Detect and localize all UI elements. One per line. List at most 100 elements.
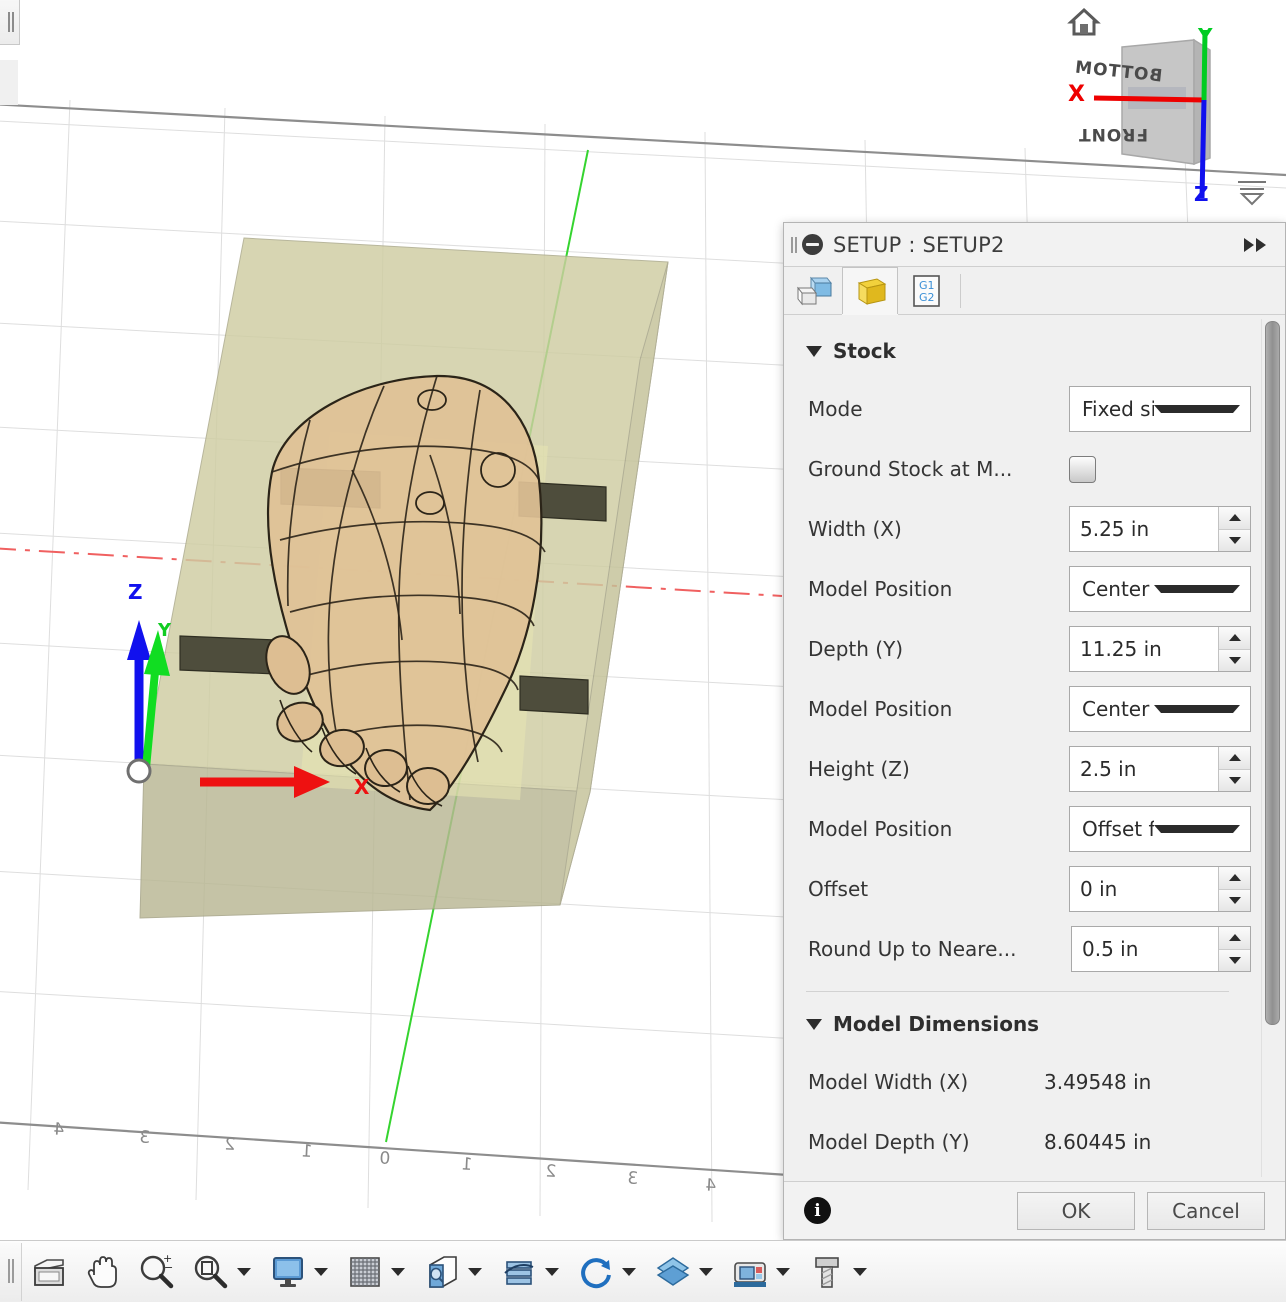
offset-spinner[interactable]: 0 in (1069, 866, 1251, 912)
height-z-input[interactable]: 2.5 in (1070, 747, 1218, 791)
field-row-offset: Offset 0 in (784, 859, 1251, 919)
field-row-width-x: Width (X) 5.25 in (784, 499, 1251, 559)
stepper-down-button[interactable] (1219, 648, 1250, 671)
width-x-spinner[interactable]: 5.25 in (1069, 506, 1251, 552)
cancel-button[interactable]: Cancel (1147, 1191, 1265, 1230)
setup-dialog[interactable]: SETUP : SETUP2 G1 G2 Stock Mode Fixed si… (783, 222, 1286, 1240)
width-x-input[interactable]: 5.25 in (1070, 507, 1218, 551)
drag-grip-icon[interactable] (788, 234, 800, 256)
toolbar-item-zoom-fit[interactable] (184, 1243, 261, 1301)
dialog-tabs[interactable]: G1 G2 (784, 267, 1285, 315)
model-position-z-dropdown[interactable]: Offset from... (1069, 806, 1251, 852)
field-row-mode: Mode Fixed size b... (784, 379, 1251, 439)
stepper-up-button[interactable] (1219, 867, 1250, 889)
refresh-circle-icon[interactable] (571, 1247, 621, 1297)
grid-icon[interactable] (340, 1247, 390, 1297)
viewcube-face-front[interactable]: FRONT (1078, 124, 1148, 144)
stepper-down-button[interactable] (1219, 768, 1250, 791)
depth-y-input[interactable]: 11.25 in (1070, 627, 1218, 671)
navigation-toolbar[interactable]: + − (0, 1240, 1286, 1302)
stepper-up-button[interactable] (1219, 927, 1250, 949)
tab-stock[interactable] (842, 267, 898, 314)
toolbar-item-machine-simulation[interactable] (723, 1243, 800, 1301)
toolbar-grip-top-left[interactable] (0, 0, 20, 45)
caret-down-icon (1228, 776, 1241, 784)
viewcube[interactable]: BOTTOM FRONT X Y Z (1042, 2, 1272, 207)
svg-text:2: 2 (545, 1161, 557, 1182)
stepper-down-button[interactable] (1219, 528, 1250, 551)
field-row-height-z: Height (Z) 2.5 in (784, 739, 1251, 799)
dialog-title-bar[interactable]: SETUP : SETUP2 (784, 223, 1285, 267)
model-position-x-dropdown[interactable]: Center (1069, 566, 1251, 612)
toolbar-item-viewports[interactable] (415, 1243, 492, 1301)
caret-down-icon (1228, 956, 1241, 964)
viewport-cube-icon[interactable] (417, 1247, 467, 1297)
toolbar-item-tool-library[interactable] (800, 1243, 877, 1301)
dimension-label: Model Depth (Y) (808, 1130, 970, 1154)
page-title: SETUP : SETUP2 (833, 232, 1005, 257)
tab-separator (960, 274, 961, 308)
stock-diamond-icon[interactable] (648, 1247, 698, 1297)
chevron-down-icon[interactable] (622, 1267, 636, 1276)
stepper-down-button[interactable] (1219, 888, 1250, 911)
tool-bolt-icon[interactable] (802, 1247, 852, 1297)
toolbar-item-display-settings[interactable] (261, 1243, 338, 1301)
dialog-scroll-content: Stock Mode Fixed size b... Ground Stock … (784, 315, 1251, 1172)
chevron-down-icon[interactable] (853, 1267, 867, 1276)
monitor-display-icon[interactable] (263, 1247, 313, 1297)
wcs-axis-label-y: Y (158, 620, 172, 641)
model-position-y-dropdown[interactable]: Center (1069, 686, 1251, 732)
drag-grip-icon[interactable] (0, 1242, 22, 1301)
stepper-up-button[interactable] (1219, 747, 1250, 769)
chevron-down-icon[interactable] (391, 1267, 405, 1276)
chevron-down-icon (1154, 585, 1240, 593)
toolbar-item-pan[interactable] (76, 1243, 130, 1301)
zoom-fit-icon[interactable] (186, 1247, 236, 1297)
stepper-up-button[interactable] (1219, 507, 1250, 529)
view-panel-icon[interactable] (24, 1247, 74, 1297)
toolbar-item-zoom[interactable]: + − (130, 1243, 184, 1301)
chevron-down-icon[interactable] (699, 1267, 713, 1276)
stepper-up-button[interactable] (1219, 627, 1250, 649)
chevron-down-icon[interactable] (314, 1267, 328, 1276)
ground-stock-checkbox[interactable] (1069, 455, 1096, 483)
chevron-down-icon[interactable] (806, 345, 822, 357)
scrollbar-thumb[interactable] (1265, 321, 1280, 1025)
layers-stack-icon[interactable] (494, 1247, 544, 1297)
svg-text:4: 4 (53, 1119, 65, 1140)
info-icon[interactable]: i (804, 1197, 831, 1224)
chevron-down-icon[interactable] (776, 1267, 790, 1276)
tab-post-process[interactable]: G1 G2 (898, 267, 954, 314)
suppress-icon[interactable] (802, 234, 823, 255)
dialog-footer: i OK Cancel (784, 1181, 1285, 1239)
chevron-down-icon[interactable] (237, 1267, 251, 1276)
toolbar-item-stock-visibility[interactable] (646, 1243, 723, 1301)
zoom-magnifier-icon[interactable]: + − (132, 1247, 182, 1297)
machine-icon[interactable] (725, 1247, 775, 1297)
stepper-down-button[interactable] (1219, 948, 1250, 971)
field-row-model-position-y: Model Position Center (784, 679, 1251, 739)
caret-down-icon (1228, 896, 1241, 904)
section-header-model-dimensions[interactable]: Model Dimensions (784, 992, 1251, 1052)
round-up-input[interactable]: 0.5 in (1072, 927, 1218, 971)
depth-y-spinner[interactable]: 11.25 in (1069, 626, 1251, 672)
toolbar-item-grid-snaps[interactable] (338, 1243, 415, 1301)
ok-button[interactable]: OK (1017, 1191, 1135, 1230)
mode-dropdown[interactable]: Fixed size b... (1069, 386, 1251, 432)
double-chevron-right-icon[interactable] (1237, 230, 1275, 260)
chevron-down-icon[interactable] (545, 1267, 559, 1276)
toolbar-item-refresh[interactable] (569, 1243, 646, 1301)
chevron-down-icon[interactable] (806, 1018, 822, 1030)
hand-pan-icon[interactable] (78, 1247, 128, 1297)
height-z-spinner[interactable]: 2.5 in (1069, 746, 1251, 792)
viewcube-axis-label-x: X (1068, 82, 1086, 107)
offset-input[interactable]: 0 in (1070, 867, 1218, 911)
section-header-stock[interactable]: Stock (784, 325, 1251, 379)
toolbar-item-section-analysis[interactable] (492, 1243, 569, 1301)
round-up-spinner[interactable]: 0.5 in (1071, 926, 1251, 972)
tab-setup[interactable] (786, 267, 842, 314)
viewcube-axis-label-z: Z (1194, 182, 1210, 206)
toolbar-item-view-browser[interactable] (22, 1243, 76, 1301)
dialog-scrollbar[interactable] (1261, 319, 1281, 1177)
chevron-down-icon[interactable] (468, 1267, 482, 1276)
